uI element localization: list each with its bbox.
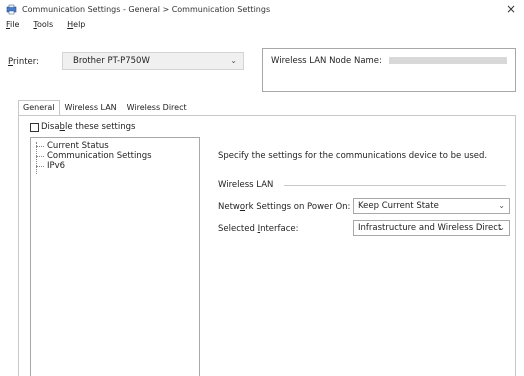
chevron-down-icon: ⌄ xyxy=(498,201,505,210)
network-label-post: rk Settings on Power On: xyxy=(245,202,351,212)
menu-file[interactable]: File xyxy=(4,20,21,34)
network-settings-value: Keep Current State xyxy=(358,201,439,211)
menu-tools[interactable]: Tools xyxy=(31,20,55,34)
window-title: Communication Settings - General > Commu… xyxy=(22,5,271,14)
node-name-label: Wireless LAN Node Name: xyxy=(271,56,382,66)
tab-wireless-lan[interactable]: Wireless LAN xyxy=(60,100,122,115)
printer-select[interactable]: Brother PT-P750W ⌄ xyxy=(62,52,244,70)
printer-select-value: Brother PT-P750W xyxy=(73,56,150,66)
printer-app-icon xyxy=(6,4,17,15)
interface-label-post: nterface: xyxy=(260,224,299,234)
selected-interface-select[interactable]: Infrastructure and Wireless Direct ⌄ xyxy=(353,220,510,236)
printer-label-text: rinter: xyxy=(12,57,39,67)
chevron-down-icon: ⌄ xyxy=(498,223,505,232)
menu-file-label: ile xyxy=(10,20,20,29)
network-label-pre: Netw xyxy=(218,202,240,212)
close-button[interactable]: × xyxy=(504,2,518,16)
node-name-redacted xyxy=(388,57,507,64)
disable-label-pre: Disa xyxy=(41,122,60,132)
title-bar: Communication Settings - General > Commu… xyxy=(0,0,524,20)
selected-interface-value: Infrastructure and Wireless Direct xyxy=(358,223,502,233)
tree-item-current-status[interactable]: Current Status xyxy=(35,141,199,151)
network-settings-select[interactable]: Keep Current State ⌄ xyxy=(353,198,510,214)
disable-label-post: le these settings xyxy=(64,122,136,132)
settings-description: Specify the settings for the communicati… xyxy=(218,151,488,161)
menu-bar: File Tools Help xyxy=(4,20,87,34)
disable-settings-label: Disable these settings xyxy=(41,122,135,132)
wireless-lan-group-label: Wireless LAN xyxy=(218,180,274,190)
disable-settings-row[interactable]: Disable these settings xyxy=(30,122,135,132)
tab-general[interactable]: General xyxy=(18,100,60,116)
tree-item-ipv6[interactable]: IPv6 xyxy=(35,161,199,171)
interface-label-pre: Selected xyxy=(218,224,258,234)
settings-tree: Current Status Communication Settings IP… xyxy=(30,137,200,376)
disable-settings-checkbox[interactable] xyxy=(30,122,39,132)
selected-interface-label: Selected Interface: xyxy=(218,224,299,234)
node-name-box: Wireless LAN Node Name: xyxy=(262,48,516,92)
menu-help-label: elp xyxy=(73,20,86,29)
menu-tools-label: ools xyxy=(36,20,54,29)
network-settings-label: Network Settings on Power On: xyxy=(218,202,350,212)
tab-strip: General Wireless LAN Wireless Direct xyxy=(18,100,192,116)
group-divider xyxy=(284,185,506,186)
chevron-down-icon: ⌄ xyxy=(230,56,237,65)
communication-settings-window: Communication Settings - General > Commu… xyxy=(0,0,524,376)
tree-item-communication-settings[interactable]: Communication Settings xyxy=(35,151,199,161)
menu-help[interactable]: Help xyxy=(65,20,87,34)
tab-wireless-direct[interactable]: Wireless Direct xyxy=(122,100,192,115)
printer-label: Printer: xyxy=(8,57,39,67)
